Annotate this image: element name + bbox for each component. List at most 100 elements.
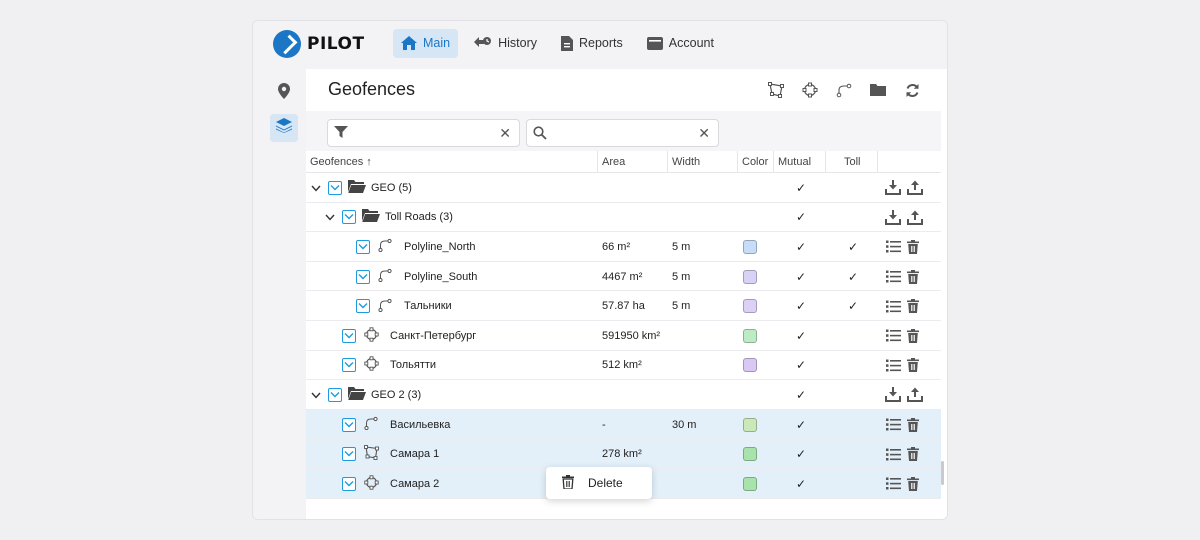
column-geofences[interactable]: Geofences ↑	[306, 151, 598, 173]
row-checkbox[interactable]	[328, 387, 342, 402]
list-icon[interactable]	[886, 300, 901, 313]
side-rail	[253, 69, 306, 519]
folder-row[interactable]: Toll Roads (3) ✓	[306, 203, 941, 233]
list-icon[interactable]	[886, 240, 901, 253]
app-window: PILOT Main History Reports Account Geofe…	[252, 20, 948, 520]
trash-icon[interactable]	[907, 358, 919, 373]
row-checkbox[interactable]	[342, 210, 356, 225]
row-area: 512 km²	[602, 359, 642, 372]
document-icon	[561, 35, 573, 51]
search-field: ✕	[526, 119, 719, 147]
search-input[interactable]	[553, 124, 693, 142]
add-circle-button[interactable]	[801, 81, 819, 99]
add-polygon-button[interactable]	[767, 81, 785, 99]
table-row[interactable]: Васильевка - 30 m ✓	[306, 409, 941, 440]
table-row[interactable]: Polyline_North 66 m² 5 m ✓ ✓	[306, 232, 941, 262]
nav-reports[interactable]: Reports	[553, 29, 631, 58]
column-area[interactable]: Area	[598, 151, 668, 173]
download-icon[interactable]	[885, 387, 901, 403]
search-icon	[533, 126, 547, 145]
list-icon[interactable]	[886, 418, 901, 431]
chevron-down-icon[interactable]	[311, 390, 321, 400]
geofences-panel: Geofences ✕ ✕ Geofences ↑ Area Width Col…	[306, 69, 941, 519]
list-icon[interactable]	[886, 477, 901, 490]
rail-map-button[interactable]	[270, 79, 298, 107]
list-icon[interactable]	[886, 448, 901, 461]
add-folder-button[interactable]	[869, 81, 887, 99]
color-swatch[interactable]	[743, 299, 757, 314]
polygon-icon	[364, 445, 379, 463]
row-area: 66 m²	[602, 240, 631, 253]
table-row[interactable]: Тальники 57.87 ha 5 m ✓ ✓	[306, 291, 941, 321]
refresh-button[interactable]	[903, 81, 921, 99]
row-checkbox[interactable]	[342, 476, 356, 491]
color-swatch[interactable]	[743, 328, 757, 343]
scrollbar-thumb[interactable]	[941, 461, 944, 485]
row-checkbox[interactable]	[342, 358, 356, 373]
trash-icon[interactable]	[907, 447, 919, 462]
list-icon[interactable]	[886, 359, 901, 372]
table-row[interactable]: Самара 1 278 km² ✓	[306, 439, 941, 469]
row-name: Санкт-Петербург	[390, 329, 477, 342]
column-mutual[interactable]: Mutual	[774, 151, 826, 173]
trash-icon[interactable]	[907, 269, 919, 284]
trash-icon[interactable]	[907, 239, 919, 254]
row-name: Тольятти	[390, 359, 437, 372]
toll-check: ✓	[848, 239, 859, 254]
add-polyline-button[interactable]	[835, 81, 853, 99]
row-checkbox[interactable]	[356, 269, 370, 284]
table-row[interactable]: Тольятти 512 km² ✓	[306, 351, 941, 381]
list-icon[interactable]	[886, 270, 901, 283]
color-swatch[interactable]	[743, 358, 757, 373]
logo[interactable]: PILOT	[273, 29, 365, 59]
logo-mark-icon	[273, 30, 301, 58]
rail-layers-button[interactable]	[270, 114, 298, 142]
row-area: 278 km²	[602, 448, 642, 461]
column-color[interactable]: Color	[738, 151, 774, 173]
trash-icon[interactable]	[907, 328, 919, 343]
row-checkbox[interactable]	[342, 447, 356, 462]
color-swatch[interactable]	[743, 476, 757, 491]
row-width: 30 m	[672, 418, 697, 431]
mutual-check: ✓	[796, 358, 807, 373]
row-name: Самара 2	[390, 477, 440, 490]
color-swatch[interactable]	[743, 239, 757, 254]
mutual-check: ✓	[796, 269, 807, 284]
clear-search-button[interactable]: ✕	[698, 125, 710, 142]
upload-icon[interactable]	[907, 210, 923, 225]
nav-main[interactable]: Main	[393, 28, 459, 58]
chevron-down-icon[interactable]	[311, 183, 321, 193]
context-menu-delete[interactable]: Delete	[546, 467, 652, 499]
chevron-down-icon[interactable]	[325, 212, 335, 222]
table-row[interactable]: Polyline_South 4467 m² 5 m ✓ ✓	[306, 262, 941, 292]
row-checkbox[interactable]	[356, 239, 370, 254]
download-icon[interactable]	[885, 180, 901, 196]
map-pin-icon	[278, 82, 290, 104]
mutual-check: ✓	[796, 180, 807, 195]
clear-filter-button[interactable]: ✕	[499, 125, 511, 142]
upload-icon[interactable]	[907, 180, 923, 196]
filter-input[interactable]	[354, 124, 494, 142]
row-checkbox[interactable]	[342, 417, 356, 432]
color-swatch[interactable]	[743, 447, 757, 462]
list-icon[interactable]	[886, 329, 901, 342]
nav-reports-label: Reports	[579, 36, 623, 50]
color-swatch[interactable]	[743, 269, 757, 284]
color-swatch[interactable]	[743, 417, 757, 432]
trash-icon[interactable]	[907, 476, 919, 491]
column-width[interactable]: Width	[668, 151, 738, 173]
column-toll[interactable]: Toll	[826, 151, 878, 173]
row-checkbox[interactable]	[342, 328, 356, 343]
upload-icon[interactable]	[907, 387, 923, 403]
nav-history[interactable]: History	[466, 29, 545, 58]
table-row[interactable]: Санкт-Петербург 591950 km² ✓	[306, 321, 941, 351]
folder-row[interactable]: GEO (5) ✓	[306, 173, 941, 203]
trash-icon[interactable]	[907, 299, 919, 314]
trash-icon[interactable]	[907, 417, 919, 432]
download-icon[interactable]	[885, 209, 901, 225]
nav-history-label: History	[498, 36, 537, 50]
folder-row[interactable]: GEO 2 (3) ✓	[306, 380, 941, 410]
row-checkbox[interactable]	[328, 180, 342, 195]
row-checkbox[interactable]	[356, 299, 370, 314]
nav-account[interactable]: Account	[639, 29, 722, 58]
